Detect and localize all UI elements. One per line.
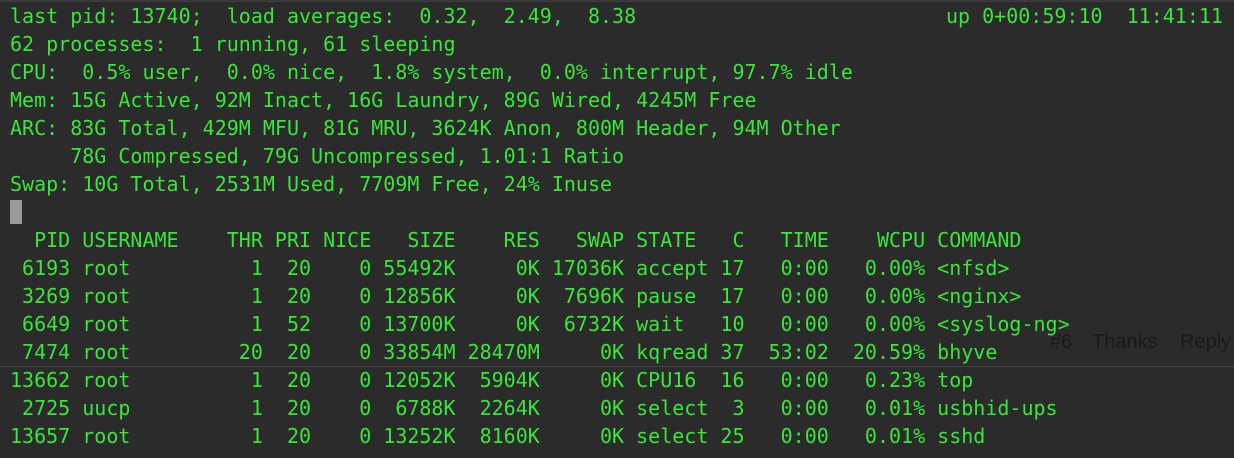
table-row: 2725 uucp 1 20 0 6788K 2264K 0K select 3… (10, 396, 1058, 420)
summary-load-line: last pid: 13740; load averages: 0.32, 2.… (10, 4, 637, 28)
summary-uptime: up 0+00:59:10 11:41:11 (946, 4, 1223, 28)
terminal-cursor (10, 200, 22, 224)
post-number[interactable]: #6 (1050, 328, 1072, 356)
summary-swap-line: Swap: 10G Total, 2531M Used, 7709M Free,… (10, 172, 613, 196)
table-row: 13657 root 1 20 0 13252K 8160K 0K select… (10, 424, 986, 448)
summary-cpu-line: CPU: 0.5% user, 0.0% nice, 1.8% system, … (10, 60, 853, 84)
table-row: 6193 root 1 20 0 55492K 0K 17036K accept… (10, 256, 1010, 280)
table-row: 6649 root 1 52 0 13700K 0K 6732K wait 10… (10, 312, 1070, 336)
summary-arc-line: ARC: 83G Total, 429M MFU, 81G MRU, 3624K… (10, 116, 841, 140)
thanks-link[interactable]: Thanks (1092, 328, 1158, 356)
table-row: 3269 root 1 20 0 12856K 0K 7696K pause 1… (10, 284, 1022, 308)
summary-arc-compression-line: 78G Compressed, 79G Uncompressed, 1.01:1… (10, 144, 625, 168)
table-row: 13662 root 1 20 0 12052K 5904K 0K CPU16 … (10, 368, 974, 392)
process-table-header: PID USERNAME THR PRI NICE SIZE RES SWAP … (10, 228, 1022, 252)
summary-mem-line: Mem: 15G Active, 92M Inact, 16G Laundry,… (10, 88, 757, 112)
table-row: 7474 root 20 20 0 33854M 28470M 0K kqrea… (10, 340, 998, 364)
terminal-window[interactable]: last pid: 13740; load averages: 0.32, 2.… (0, 0, 1234, 458)
reply-link[interactable]: Reply (1180, 328, 1231, 356)
summary-processes-line: 62 processes: 1 running, 61 sleeping (10, 32, 456, 56)
page-divider (0, 366, 1234, 367)
